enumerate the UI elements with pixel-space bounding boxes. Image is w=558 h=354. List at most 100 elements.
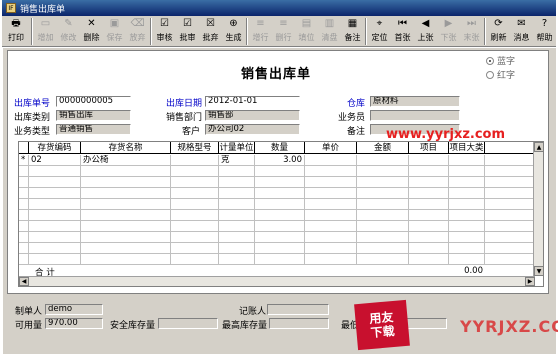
table-cell[interactable] (29, 210, 81, 221)
prev-button[interactable]: ◀ 上张 (414, 16, 437, 47)
table-cell[interactable] (219, 232, 255, 243)
column-header[interactable]: 单价 (305, 142, 357, 154)
table-cell[interactable] (29, 199, 81, 210)
table-cell[interactable] (19, 254, 29, 265)
table-cell[interactable] (449, 166, 485, 177)
table-cell[interactable] (19, 199, 29, 210)
table-row[interactable] (19, 166, 535, 177)
table-cell[interactable] (357, 254, 409, 265)
grid-horizontal-scrollbar[interactable]: ◀ ▶ (19, 276, 535, 286)
table-cell[interactable] (29, 254, 81, 265)
add-row-button[interactable]: ≡ 增行 (249, 16, 272, 47)
table-cell[interactable] (409, 188, 449, 199)
table-cell[interactable] (449, 243, 485, 254)
table-cell[interactable] (19, 232, 29, 243)
table-cell[interactable] (449, 177, 485, 188)
table-row[interactable] (19, 177, 535, 188)
table-cell[interactable]: 3.00 (255, 155, 305, 166)
table-row[interactable] (19, 243, 535, 254)
save-button[interactable]: ▣ 保存 (103, 16, 126, 47)
table-cell[interactable] (171, 155, 219, 166)
scroll-right-icon[interactable]: ▶ (525, 277, 535, 286)
table-cell[interactable] (305, 232, 357, 243)
table-cell[interactable] (219, 188, 255, 199)
table-cell[interactable] (81, 254, 171, 265)
table-cell[interactable] (255, 254, 305, 265)
sign-button[interactable]: ▦ 备注 (341, 16, 364, 47)
audit-button[interactable]: ☑ 审核 (153, 16, 176, 47)
radio-blue[interactable]: 蓝字 (486, 54, 515, 67)
table-cell[interactable] (29, 243, 81, 254)
first-button[interactable]: ⏮ 首张 (391, 16, 414, 47)
fill-row-button[interactable]: ▤ 填位 (295, 16, 318, 47)
table-cell[interactable] (305, 177, 357, 188)
generate-button[interactable]: ⊕ 生成 (222, 16, 245, 47)
delete-row-button[interactable]: ≡ 删行 (272, 16, 295, 47)
table-cell[interactable] (305, 243, 357, 254)
table-cell[interactable] (449, 221, 485, 232)
table-cell[interactable] (409, 166, 449, 177)
clear-button[interactable]: ▥ 清盘 (318, 16, 341, 47)
table-cell[interactable] (171, 232, 219, 243)
abandon-button[interactable]: ⌫ 放弃 (126, 16, 149, 47)
table-cell[interactable] (219, 177, 255, 188)
table-cell[interactable] (81, 177, 171, 188)
table-cell[interactable] (449, 254, 485, 265)
table-cell[interactable] (357, 221, 409, 232)
table-cell[interactable] (305, 155, 357, 166)
refresh-button[interactable]: ⟳ 刷新 (487, 16, 510, 47)
table-cell[interactable] (409, 243, 449, 254)
next-button[interactable]: ▶ 下张 (437, 16, 460, 47)
scroll-left-icon[interactable]: ◀ (19, 277, 29, 286)
table-cell[interactable] (81, 188, 171, 199)
table-cell[interactable] (357, 232, 409, 243)
biz-type-field[interactable]: 普通销售 (56, 124, 131, 135)
column-header[interactable]: 项目 (409, 142, 449, 154)
help-button[interactable]: ? 帮助 (533, 16, 556, 47)
out-date-field[interactable]: 2012-01-01 (205, 96, 300, 107)
table-row[interactable] (19, 221, 535, 232)
table-cell[interactable] (409, 177, 449, 188)
table-row[interactable] (19, 254, 535, 265)
salesman-field[interactable] (370, 110, 460, 121)
table-row[interactable] (19, 188, 535, 199)
table-row[interactable] (19, 210, 535, 221)
table-row[interactable] (19, 199, 535, 210)
column-header[interactable]: 数量 (255, 142, 305, 154)
table-cell[interactable] (171, 177, 219, 188)
table-cell[interactable] (357, 155, 409, 166)
out-no-field[interactable]: 0000000005 (56, 96, 131, 107)
table-cell[interactable]: 02 (29, 155, 81, 166)
table-cell[interactable] (29, 232, 81, 243)
table-cell[interactable] (171, 243, 219, 254)
table-cell[interactable] (449, 210, 485, 221)
table-cell[interactable] (305, 188, 357, 199)
scroll-up-icon[interactable]: ▲ (534, 142, 544, 152)
table-cell[interactable] (449, 155, 485, 166)
table-cell[interactable] (305, 166, 357, 177)
table-cell[interactable] (219, 243, 255, 254)
column-header[interactable]: 计量单位 (219, 142, 255, 154)
table-cell[interactable] (81, 210, 171, 221)
table-cell[interactable] (219, 210, 255, 221)
table-cell[interactable] (255, 199, 305, 210)
table-cell[interactable] (19, 177, 29, 188)
table-cell[interactable] (29, 177, 81, 188)
table-cell[interactable] (171, 188, 219, 199)
table-cell[interactable] (19, 243, 29, 254)
table-cell[interactable]: * (19, 155, 29, 166)
table-cell[interactable] (19, 210, 29, 221)
table-cell[interactable] (255, 210, 305, 221)
warehouse-field[interactable]: 原材料 (370, 96, 460, 107)
table-cell[interactable] (81, 166, 171, 177)
dept-field[interactable]: 销售部 (205, 110, 300, 121)
table-cell[interactable] (357, 188, 409, 199)
table-cell[interactable] (81, 199, 171, 210)
table-cell[interactable] (81, 243, 171, 254)
table-cell[interactable] (219, 254, 255, 265)
table-row[interactable]: * 02 办公椅 克 3.00 (19, 155, 535, 166)
table-cell[interactable] (409, 210, 449, 221)
last-button[interactable]: ⏭ 末张 (460, 16, 483, 47)
table-cell[interactable] (219, 221, 255, 232)
batch-abandon-button[interactable]: ☒ 批弃 (199, 16, 222, 47)
